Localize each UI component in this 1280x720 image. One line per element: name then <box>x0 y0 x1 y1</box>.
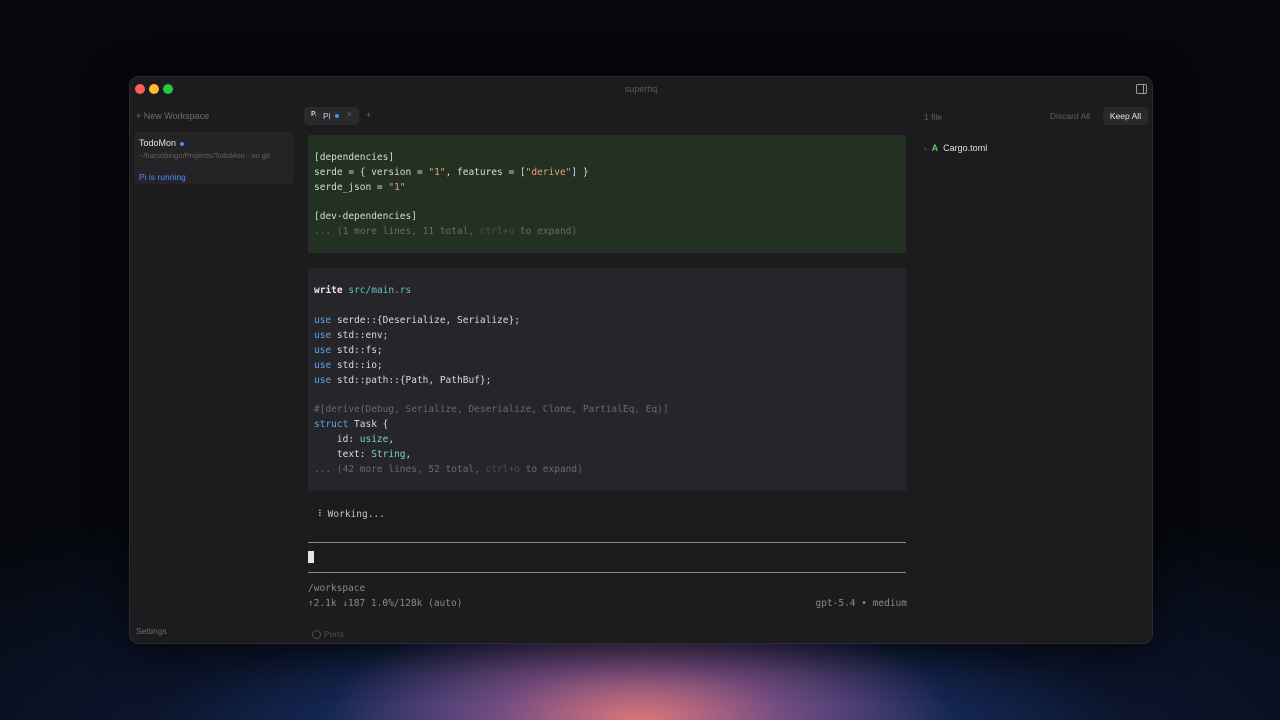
ports-button[interactable]: Ports <box>312 629 344 640</box>
code-line: use serde::{Deserialize, Serialize}; <box>314 315 520 326</box>
code-line: use std::fs; <box>314 345 383 356</box>
token-stats: ↑2.1k ↓187 1.0%/128k (auto) <box>308 598 463 609</box>
code-line: #[derive(Debug, Serialize, Deserialize, … <box>314 404 669 415</box>
files-count: 1 file <box>924 112 942 122</box>
code-line: serde = { version = "1", features = ["de… <box>314 167 589 178</box>
write-file-block: write src/main.rs use serde::{Deserializ… <box>308 268 906 491</box>
settings-button[interactable]: Settings <box>136 626 167 636</box>
titlebar: superhq <box>130 77 1152 103</box>
code-line: serde_json = "1" <box>314 182 406 193</box>
window-title: superhq <box>624 84 658 94</box>
tab-pi[interactable]: P. Pi × <box>304 107 359 125</box>
code-line: struct Task { <box>314 419 389 430</box>
write-command: write <box>314 285 343 296</box>
workspace-path: ~/harsobingo/Projects/TodoMon · no git <box>139 151 270 160</box>
cargo-diff-block: [dependencies] serde = { version = "1", … <box>308 135 906 253</box>
tab-label: Pi <box>323 111 331 121</box>
sidebar-toggle-icon[interactable] <box>1136 84 1147 94</box>
input-bottom-divider <box>308 572 906 573</box>
new-workspace-button[interactable]: + New Workspace <box>136 111 209 121</box>
code-line: [dev-dependencies] <box>314 211 417 222</box>
workspace-item[interactable]: TodoMon ~/harsobingo/Projects/TodoMon · … <box>134 132 294 184</box>
discard-all-button[interactable]: Discard All <box>1045 107 1095 125</box>
code-lines: write src/main.rs use serde::{Deserializ… <box>314 284 669 475</box>
ports-label: Ports <box>324 629 344 639</box>
file-added-badge: A <box>931 143 939 153</box>
sidebar: + New Workspace TodoMon ~/harsobingo/Pro… <box>130 103 298 643</box>
workspace-status: Pi is running <box>139 172 186 182</box>
write-path: src/main.rs <box>348 285 412 296</box>
pi-icon: P. <box>311 111 317 118</box>
workspace-name-row: TodoMon <box>139 138 185 148</box>
code-line: text: String, <box>314 449 412 460</box>
code-line: use std::env; <box>314 330 389 341</box>
code-lines: [dependencies] serde = { version = "1", … <box>314 151 589 239</box>
code-line: use std::io; <box>314 360 383 371</box>
working-indicator: ⠸ Working... <box>315 509 385 520</box>
code-line: id: usize, <box>314 434 395 445</box>
file-item[interactable]: › A Cargo.toml <box>924 143 987 153</box>
cwd-label: /workspace <box>308 583 366 594</box>
app-window: superhq + New Workspace TodoMon ~/harsob… <box>129 76 1153 644</box>
code-line: use std::path::{Path, PathBuf}; <box>314 375 492 386</box>
prompt-input[interactable] <box>308 551 314 563</box>
tab-close-icon[interactable]: × <box>347 110 352 119</box>
code-line: [dependencies] <box>314 152 395 163</box>
chevron-icon[interactable]: › <box>924 144 927 153</box>
ports-icon <box>312 630 321 640</box>
add-tab-button[interactable]: + <box>366 110 371 120</box>
keep-all-button[interactable]: Keep All <box>1103 107 1148 125</box>
model-label: gpt-5.4 • medium <box>815 598 907 609</box>
file-name: Cargo.toml <box>943 143 988 153</box>
workspace-name: TodoMon <box>139 138 177 148</box>
activity-dot <box>180 141 185 146</box>
tab-activity-dot <box>335 114 339 118</box>
code-line: ... (42 more lines, 52 total, ctrl+o to … <box>314 464 583 475</box>
code-line: ... (1 more lines, 11 total, ctrl+o to e… <box>314 226 578 237</box>
write-header: write src/main.rs <box>314 284 411 298</box>
input-top-divider <box>308 542 906 543</box>
